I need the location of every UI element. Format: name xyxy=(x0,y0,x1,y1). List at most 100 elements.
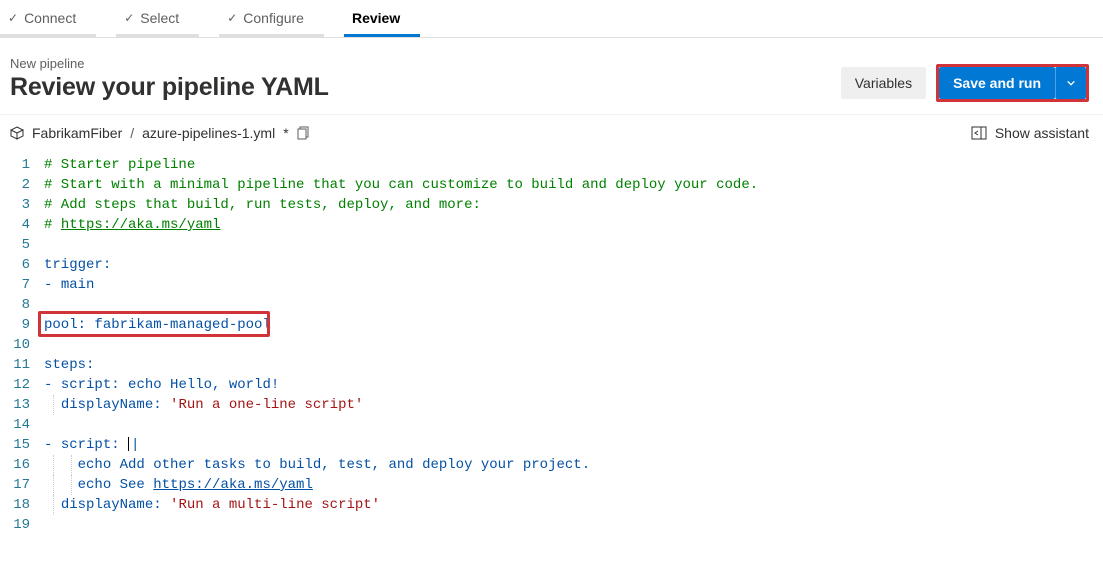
line-number: 5 xyxy=(0,235,30,255)
code-line[interactable] xyxy=(44,235,1103,255)
line-number: 4 xyxy=(0,215,30,235)
code-token: displayName xyxy=(61,497,153,513)
line-number: 11 xyxy=(0,355,30,375)
code-line[interactable]: echo Add other tasks to build, test, and… xyxy=(44,455,1103,475)
indent-guide xyxy=(53,495,54,515)
code-line[interactable]: # https://aka.ms/yaml xyxy=(44,215,1103,235)
code-token: : xyxy=(111,437,128,453)
code-token: - xyxy=(44,437,61,453)
code-token: script xyxy=(61,437,111,453)
check-icon: ✓ xyxy=(124,11,134,25)
breadcrumb-separator: / xyxy=(130,125,134,141)
wizard-step-label: Configure xyxy=(243,10,304,26)
line-number: 7 xyxy=(0,275,30,295)
code-line[interactable]: # Start with a minimal pipeline that you… xyxy=(44,175,1103,195)
line-number: 15 xyxy=(0,435,30,455)
wizard-step-review[interactable]: Review xyxy=(344,0,420,37)
wizard-step-label: Review xyxy=(352,10,400,26)
code-token: : xyxy=(78,317,95,333)
breadcrumb-row: FabrikamFiber / azure-pipelines-1.yml * … xyxy=(0,114,1103,151)
show-assistant-button[interactable]: Show assistant xyxy=(971,125,1089,141)
wizard-step-select[interactable]: ✓ Select xyxy=(116,0,199,37)
code-area[interactable]: # Starter pipeline # Start with a minimal… xyxy=(44,155,1103,535)
code-line[interactable]: pool: fabrikam-managed-pool xyxy=(44,315,1103,335)
code-line[interactable] xyxy=(44,335,1103,355)
code-token: 'Run a one-line script' xyxy=(170,397,363,413)
line-number: 14 xyxy=(0,415,30,435)
code-line[interactable] xyxy=(44,295,1103,315)
line-number: 17 xyxy=(0,475,30,495)
line-number: 1 xyxy=(0,155,30,175)
code-line[interactable]: steps: xyxy=(44,355,1103,375)
save-and-run-button[interactable]: Save and run xyxy=(939,67,1055,99)
indent-guide xyxy=(71,475,72,495)
code-token: | xyxy=(131,437,139,453)
project-icon xyxy=(10,126,24,140)
breadcrumb-file[interactable]: azure-pipelines-1.yml xyxy=(142,125,275,141)
dirty-indicator: * xyxy=(283,125,288,141)
code-token: script xyxy=(61,377,111,393)
code-token: pool xyxy=(44,317,78,333)
yaml-editor[interactable]: 12345678910111213141516171819 # Starter … xyxy=(0,151,1103,535)
indent-guide xyxy=(53,395,54,415)
code-token: echo Hello, world! xyxy=(128,377,279,393)
page-header: New pipeline Review your pipeline YAML V… xyxy=(0,38,1103,114)
code-line[interactable]: trigger: xyxy=(44,255,1103,275)
code-line[interactable]: # Starter pipeline xyxy=(44,155,1103,175)
line-number: 12 xyxy=(0,375,30,395)
show-assistant-label: Show assistant xyxy=(995,125,1089,141)
code-line[interactable]: echo See https://aka.ms/yaml xyxy=(44,475,1103,495)
line-number: 6 xyxy=(0,255,30,275)
code-line[interactable]: displayName: 'Run a multi-line script' xyxy=(44,495,1103,515)
code-token xyxy=(44,477,78,493)
breadcrumb-project[interactable]: FabrikamFiber xyxy=(32,125,122,141)
page-subtitle: New pipeline xyxy=(10,56,329,71)
code-token: # Add steps that build, run tests, deplo… xyxy=(44,197,481,213)
copy-icon[interactable] xyxy=(297,126,311,140)
code-token: https://aka.ms/yaml xyxy=(153,477,313,493)
code-token: echo Add other tasks to build, test, and… xyxy=(78,457,590,473)
save-and-run-dropdown[interactable] xyxy=(1055,67,1086,99)
code-token: https://aka.ms/yaml xyxy=(61,217,221,233)
code-token: : xyxy=(153,497,170,513)
line-number: 2 xyxy=(0,175,30,195)
code-token: - xyxy=(44,377,61,393)
code-line[interactable]: - main xyxy=(44,275,1103,295)
code-line[interactable] xyxy=(44,515,1103,535)
code-token: main xyxy=(61,277,95,293)
code-token: : xyxy=(103,257,111,273)
code-line[interactable] xyxy=(44,415,1103,435)
code-token: 'Run a multi-line script' xyxy=(170,497,380,513)
wizard-step-label: Select xyxy=(140,10,179,26)
code-line[interactable]: - script: | xyxy=(44,435,1103,455)
variables-button[interactable]: Variables xyxy=(841,67,926,99)
code-line[interactable]: - script: echo Hello, world! xyxy=(44,375,1103,395)
code-token: : xyxy=(153,397,170,413)
code-token: # Starter pipeline xyxy=(44,157,195,173)
line-number: 19 xyxy=(0,515,30,535)
indent-guide xyxy=(71,455,72,475)
indent-guide xyxy=(53,455,54,475)
line-number: 13 xyxy=(0,395,30,415)
save-run-highlight: Save and run xyxy=(936,64,1089,102)
code-token: : xyxy=(111,377,128,393)
page-title: Review your pipeline YAML xyxy=(10,73,329,102)
code-line[interactable]: displayName: 'Run a one-line script' xyxy=(44,395,1103,415)
line-number: 3 xyxy=(0,195,30,215)
code-token: : xyxy=(86,357,94,373)
line-gutter: 12345678910111213141516171819 xyxy=(0,155,44,535)
line-number: 9 xyxy=(0,315,30,335)
code-token: fabrikam-managed-pool xyxy=(94,317,270,333)
code-token: echo See xyxy=(78,477,154,493)
wizard-step-connect[interactable]: ✓Connect xyxy=(0,0,96,37)
breadcrumb: FabrikamFiber / azure-pipelines-1.yml * xyxy=(10,125,311,141)
check-icon: ✓ xyxy=(227,11,237,25)
code-token: displayName xyxy=(61,397,153,413)
wizard-step-configure[interactable]: ✓ Configure xyxy=(219,0,324,37)
indent-guide xyxy=(53,475,54,495)
code-token: steps xyxy=(44,357,86,373)
code-token xyxy=(44,457,78,473)
wizard-step-label: Connect xyxy=(24,10,76,26)
code-line[interactable]: # Add steps that build, run tests, deplo… xyxy=(44,195,1103,215)
line-number: 10 xyxy=(0,335,30,355)
